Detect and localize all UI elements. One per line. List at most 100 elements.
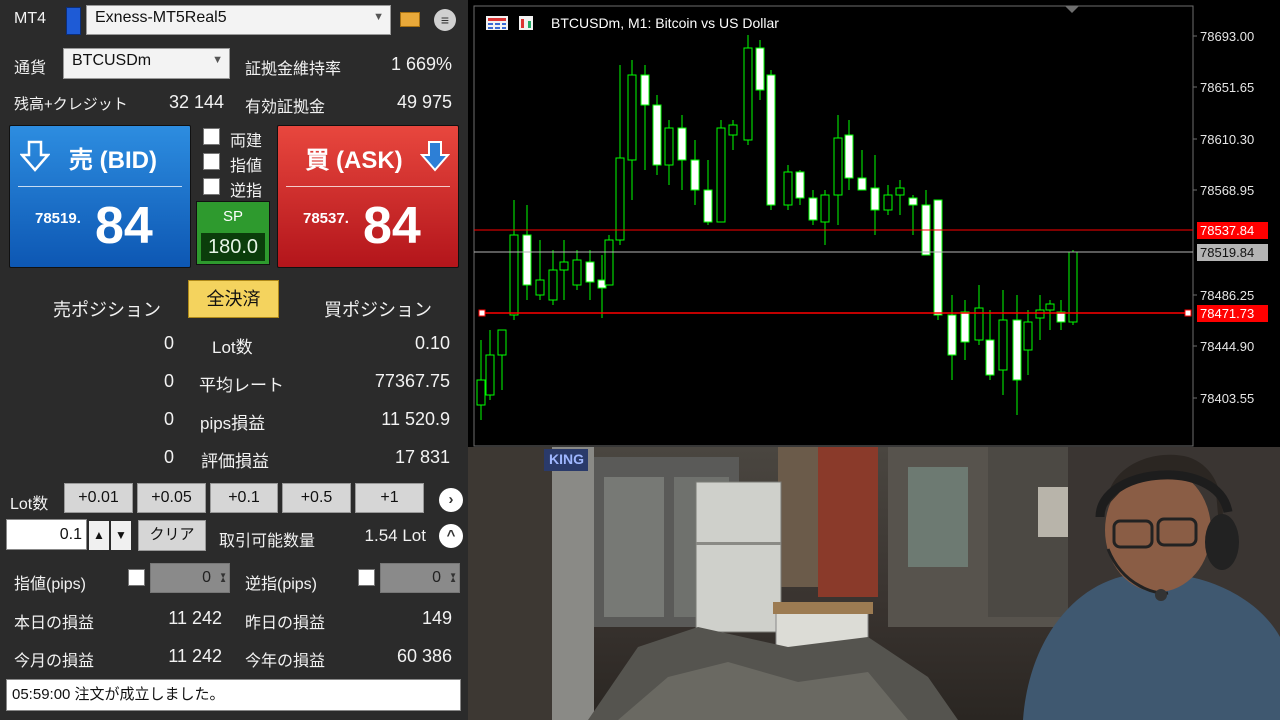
limit-pips-checkbox[interactable] xyxy=(128,569,145,586)
concrete-pillar xyxy=(552,447,594,720)
account-select[interactable]: Exness-MT5Real5 ▼ xyxy=(86,5,391,35)
spin-down-icon[interactable]: ▼ xyxy=(449,562,457,590)
window xyxy=(908,467,968,567)
clear-button[interactable]: クリア xyxy=(138,520,206,551)
lot-label: Lot数 xyxy=(212,338,253,357)
candle-bull xyxy=(1023,321,1033,351)
lot-up-icon[interactable]: ▲ xyxy=(89,521,109,550)
tradable-value: 1.54 Lot xyxy=(364,526,426,545)
stop-pips-checkbox[interactable] xyxy=(358,569,375,586)
pnl-label: 評価損益 xyxy=(201,452,269,471)
candle-bear xyxy=(703,189,713,223)
limit-pips-label: 指値(pips) xyxy=(14,576,87,593)
balance-label: 残高+クレジット xyxy=(14,96,128,113)
webcam-video: KING xyxy=(468,447,1280,720)
hedge-label: 両建 xyxy=(230,133,263,150)
sell-positions-label: 売ポジション xyxy=(53,300,161,320)
lot-step-1-button[interactable]: +1 xyxy=(355,483,424,513)
sell-pnl-value: 0 xyxy=(163,447,174,467)
today-pnl-value: 11 242 xyxy=(168,608,222,628)
left-wall xyxy=(468,447,558,720)
sell-pips-value: 0 xyxy=(163,409,174,429)
candle-bear xyxy=(985,339,995,376)
stop-label: 逆指 xyxy=(230,183,263,200)
candle-bear xyxy=(808,197,818,221)
month-pnl-value: 11 242 xyxy=(168,646,222,666)
candle-bear xyxy=(652,104,662,166)
account-select-value: Exness-MT5Real5 xyxy=(95,9,227,26)
rusty-shutter xyxy=(818,447,878,597)
limit-pips-value: 0 xyxy=(202,569,211,586)
shop-sign-text: KING xyxy=(549,451,584,467)
chevron-down-icon: ▼ xyxy=(212,54,223,66)
yesterday-pnl-label: 昨日の損益 xyxy=(245,615,326,632)
lot-input[interactable]: 0.1 xyxy=(6,519,87,550)
ask-price-prefix: 78537. xyxy=(303,210,349,227)
price-chart[interactable]: 78693.00 78651.65 78610.30 78568.95 78486.25… xyxy=(468,0,1280,447)
candle-bear xyxy=(844,134,854,179)
platform-label: MT4 xyxy=(14,10,46,27)
candle-bear xyxy=(755,47,765,91)
chevron-up-icon[interactable]: ^ xyxy=(439,524,463,548)
y-tick-label: 78403.55 xyxy=(1200,391,1254,406)
avg-rate-label: 平均レート xyxy=(199,376,284,395)
lot-step-001-button[interactable]: +0.01 xyxy=(64,483,133,513)
close-all-button[interactable]: 全決済 xyxy=(188,280,279,318)
buy-positions-label: 買ポジション xyxy=(324,300,432,320)
buy-pnl-value: 17 831 xyxy=(394,447,450,467)
candle-bull xyxy=(1045,303,1055,311)
lot-step-01-button[interactable]: +0.1 xyxy=(210,483,278,513)
buy-ask-button[interactable]: 買 (ASK) 78537. 84 xyxy=(277,125,459,268)
bars-icon xyxy=(519,16,533,30)
symbol-select[interactable]: BTCUSDm ▼ xyxy=(63,48,230,79)
candle-bull xyxy=(664,127,674,166)
stop-pips-input[interactable]: 0 ▲ ▼ xyxy=(380,563,460,593)
stop-pips-label: 逆指(pips) xyxy=(245,576,318,593)
stop-checkbox[interactable] xyxy=(203,178,220,195)
limit-pips-input[interactable]: 0 ▲ ▼ xyxy=(150,563,230,593)
sell-lot-value: 0 xyxy=(163,333,174,353)
spin-down-icon[interactable]: ▼ xyxy=(219,562,227,590)
candle-bull xyxy=(820,194,830,223)
y-tick-label: 78610.30 xyxy=(1200,132,1254,147)
divider xyxy=(18,186,182,187)
menu-icon[interactable]: ≡ xyxy=(434,9,456,31)
sell-bid-button[interactable]: 売 (BID) 78519. 84 xyxy=(9,125,191,268)
lot-step-005-button[interactable]: +0.05 xyxy=(137,483,206,513)
position-handle-right[interactable] xyxy=(1184,309,1192,317)
candle-bull xyxy=(548,269,558,301)
pips-label: pips損益 xyxy=(200,414,266,433)
candle-bull xyxy=(783,171,793,206)
headset-ear-cup xyxy=(1205,514,1239,570)
position-handle-left[interactable] xyxy=(478,309,486,317)
ask-price-tag: 78537.84 xyxy=(1197,222,1268,239)
candle-bull xyxy=(615,157,625,241)
margin-level-label: 証拠金維持率 xyxy=(245,61,342,78)
candle-bull xyxy=(497,329,507,356)
equity-value: 49 975 xyxy=(396,92,452,112)
candle-bull xyxy=(998,319,1008,371)
chevron-down-icon: ▼ xyxy=(373,11,384,23)
limit-checkbox[interactable] xyxy=(203,153,220,170)
y-tick-label: 78693.00 xyxy=(1200,29,1254,44)
candle-bull xyxy=(716,127,726,223)
candle-bull xyxy=(833,137,843,196)
buy-lot-value: 0.10 xyxy=(414,333,450,353)
trade-panel: MT4 Exness-MT5Real5 ▼ ≡ 通貨 BTCUSDm ▼ 証拠金… xyxy=(0,0,468,720)
buy-pips-value: 11 520.9 xyxy=(381,409,450,429)
candle-bull xyxy=(895,187,905,196)
lot-step-05-button[interactable]: +0.5 xyxy=(282,483,351,513)
y-tick-label: 78444.90 xyxy=(1200,339,1254,354)
candle-bull xyxy=(1068,251,1078,323)
sell-bid-title: 売 (BID) xyxy=(69,147,157,174)
hedge-checkbox[interactable] xyxy=(203,128,220,145)
candle-bear xyxy=(766,74,776,206)
candle-bear xyxy=(690,159,700,191)
equity-label: 有効証拠金 xyxy=(245,99,326,116)
tradable-label: 取引可能数量 xyxy=(219,533,316,550)
lot-down-icon[interactable]: ▼ xyxy=(111,521,131,550)
spread-value: 180.0 xyxy=(201,233,265,261)
symbol-select-value: BTCUSDm xyxy=(72,52,152,69)
folder-icon[interactable] xyxy=(400,12,420,27)
chevron-right-icon[interactable]: › xyxy=(439,488,463,512)
